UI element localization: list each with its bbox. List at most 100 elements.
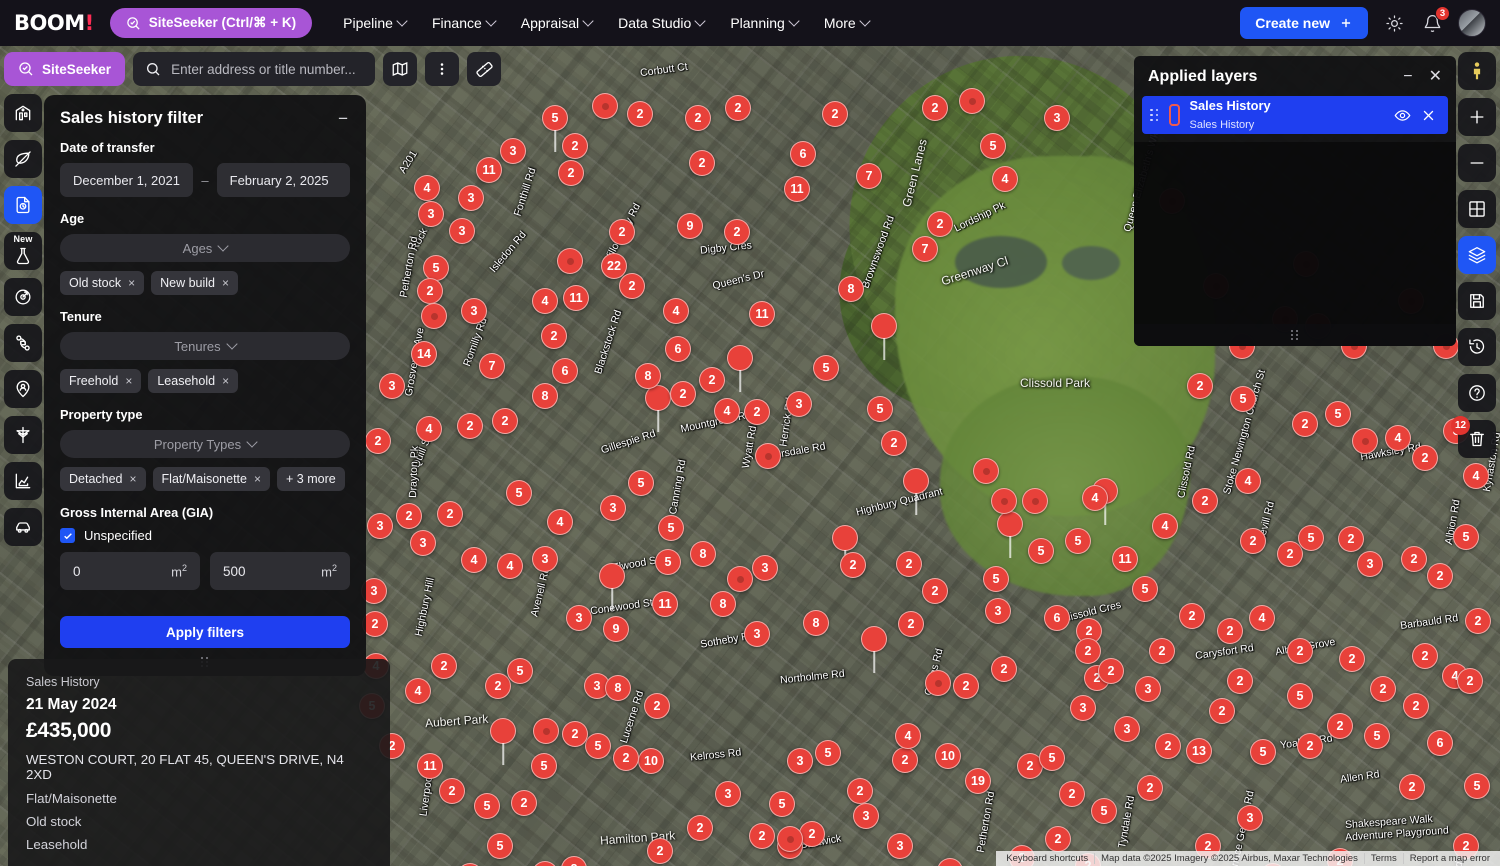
map-marker[interactable]: 4 <box>1152 513 1178 539</box>
map-marker[interactable]: 2 <box>1059 781 1085 807</box>
map-marker[interactable]: 2 <box>562 133 588 159</box>
map-marker[interactable]: 5 <box>531 753 557 779</box>
map-marker[interactable]: 2 <box>1217 618 1243 644</box>
map-marker[interactable]: 6 <box>1427 730 1453 756</box>
map-marker[interactable]: 2 <box>1187 373 1213 399</box>
date-to-field[interactable]: February 2, 2025 <box>216 163 351 197</box>
map-marker[interactable]: 2 <box>1292 411 1318 437</box>
nav-link-data-studio[interactable]: Data Studio <box>605 0 717 46</box>
map-marker[interactable] <box>991 488 1017 514</box>
rail-button-help[interactable] <box>1458 374 1496 412</box>
map-marker[interactable]: 11 <box>749 301 775 327</box>
map-marker[interactable]: 3 <box>887 833 913 859</box>
map-marker[interactable]: 8 <box>803 610 829 636</box>
layer-list-item[interactable]: Sales History Sales History <box>1142 96 1448 134</box>
report-map-error-link[interactable]: Report a map error <box>1402 853 1496 864</box>
map-marker[interactable]: 2 <box>1427 563 1453 589</box>
map-marker[interactable]: 5 <box>1132 576 1158 602</box>
rail-button-trash[interactable]: 12 <box>1451 416 1496 458</box>
filter-chip[interactable]: Old stock × <box>60 271 145 295</box>
map-marker[interactable]: 4 <box>416 416 442 442</box>
terms-link[interactable]: Terms <box>1363 853 1403 864</box>
map-marker[interactable]: 5 <box>655 549 681 575</box>
map-marker[interactable]: 2 <box>1412 643 1438 669</box>
remove-chip-icon[interactable]: × <box>130 472 137 486</box>
siteseeker-shortcut-button[interactable]: SiteSeeker (Ctrl/⌘ + K) <box>109 8 313 38</box>
map-marker[interactable]: 8 <box>635 363 661 389</box>
map-marker[interactable]: 3 <box>458 185 484 211</box>
map-marker[interactable]: 3 <box>1135 676 1161 702</box>
map-marker[interactable] <box>599 563 625 589</box>
map-marker[interactable]: 13 <box>1186 738 1212 764</box>
theme-toggle-button[interactable] <box>1382 11 1406 35</box>
map-marker[interactable]: 5 <box>1453 524 1479 550</box>
map-marker[interactable]: 3 <box>1357 551 1383 577</box>
map-marker[interactable]: 5 <box>1039 745 1065 771</box>
map-marker[interactable]: 3 <box>786 391 812 417</box>
nav-link-pipeline[interactable]: Pipeline <box>330 0 419 46</box>
map-marker[interactable]: 2 <box>896 551 922 577</box>
map-marker[interactable] <box>871 313 897 339</box>
filter-chip[interactable]: Flat/Maisonette × <box>152 467 271 491</box>
map-marker[interactable]: 2 <box>927 211 953 237</box>
map-marker[interactable]: 2 <box>892 747 918 773</box>
map-marker[interactable]: 2 <box>1457 668 1483 694</box>
map-marker[interactable]: 2 <box>1465 608 1491 634</box>
minimize-icon[interactable]: − <box>336 110 350 127</box>
map-marker[interactable]: 2 <box>1240 528 1266 554</box>
map-marker[interactable]: 3 <box>985 598 1011 624</box>
map-marker[interactable]: 3 <box>787 748 813 774</box>
map-marker[interactable]: 4 <box>414 175 440 201</box>
map-marker[interactable]: 11 <box>1112 546 1138 572</box>
map-marker[interactable]: 2 <box>687 815 713 841</box>
map-marker[interactable] <box>490 718 516 744</box>
gia-max-input[interactable] <box>223 563 293 579</box>
map-marker[interactable]: 2 <box>485 673 511 699</box>
map-marker[interactable]: 2 <box>417 278 443 304</box>
map-marker[interactable] <box>1352 428 1378 454</box>
map-marker[interactable]: 14 <box>411 341 437 367</box>
rail-button-save[interactable] <box>1458 282 1496 320</box>
applied-layers-drag-handle[interactable] <box>1134 324 1456 346</box>
map-marker[interactable]: 5 <box>542 105 568 131</box>
minimize-icon[interactable]: − <box>1403 69 1412 85</box>
apply-filters-button[interactable]: Apply filters <box>60 616 350 648</box>
age-select[interactable]: Ages <box>60 234 350 262</box>
map-marker[interactable]: 2 <box>898 611 924 637</box>
map-marker[interactable]: 4 <box>1385 425 1411 451</box>
map-marker[interactable]: 5 <box>1065 528 1091 554</box>
map-marker[interactable]: 4 <box>1249 605 1275 631</box>
map-marker[interactable] <box>592 93 618 119</box>
avatar[interactable] <box>1458 9 1486 37</box>
map-marker[interactable]: 9 <box>677 213 703 239</box>
map-marker[interactable]: 8 <box>710 591 736 617</box>
map-marker[interactable]: 8 <box>532 383 558 409</box>
map-marker[interactable]: 2 <box>619 273 645 299</box>
filter-chip[interactable]: New build × <box>151 271 239 295</box>
map-marker[interactable]: 2 <box>1137 775 1163 801</box>
map-marker[interactable]: 5 <box>867 396 893 422</box>
map-marker[interactable]: 2 <box>437 501 463 527</box>
map-marker[interactable]: 19 <box>965 768 991 794</box>
brand-logo[interactable]: BOOM! <box>0 11 110 35</box>
map-marker[interactable]: 2 <box>558 160 584 186</box>
map-marker[interactable]: 2 <box>541 323 567 349</box>
nav-link-finance[interactable]: Finance <box>419 0 508 46</box>
gia-min-field[interactable]: m2 <box>60 552 200 590</box>
rail-button-person-pin[interactable] <box>4 370 42 408</box>
map-marker[interactable] <box>727 345 753 371</box>
map-marker[interactable]: 6 <box>1044 605 1070 631</box>
map-marker[interactable]: 4 <box>461 547 487 573</box>
map-marker[interactable]: 4 <box>663 298 689 324</box>
map-marker[interactable]: 4 <box>497 553 523 579</box>
map-marker[interactable]: 2 <box>609 219 635 245</box>
map-marker[interactable]: 2 <box>1412 445 1438 471</box>
map-marker[interactable]: 5 <box>658 515 684 541</box>
rail-button-buildings[interactable] <box>4 94 42 132</box>
map-marker[interactable]: 3 <box>379 373 405 399</box>
remove-chip-icon[interactable]: × <box>128 276 135 290</box>
map-marker[interactable] <box>421 303 447 329</box>
map-marker[interactable]: 3 <box>1114 716 1140 742</box>
map-marker[interactable]: 2 <box>1297 733 1323 759</box>
map-marker[interactable]: 2 <box>1045 826 1071 852</box>
